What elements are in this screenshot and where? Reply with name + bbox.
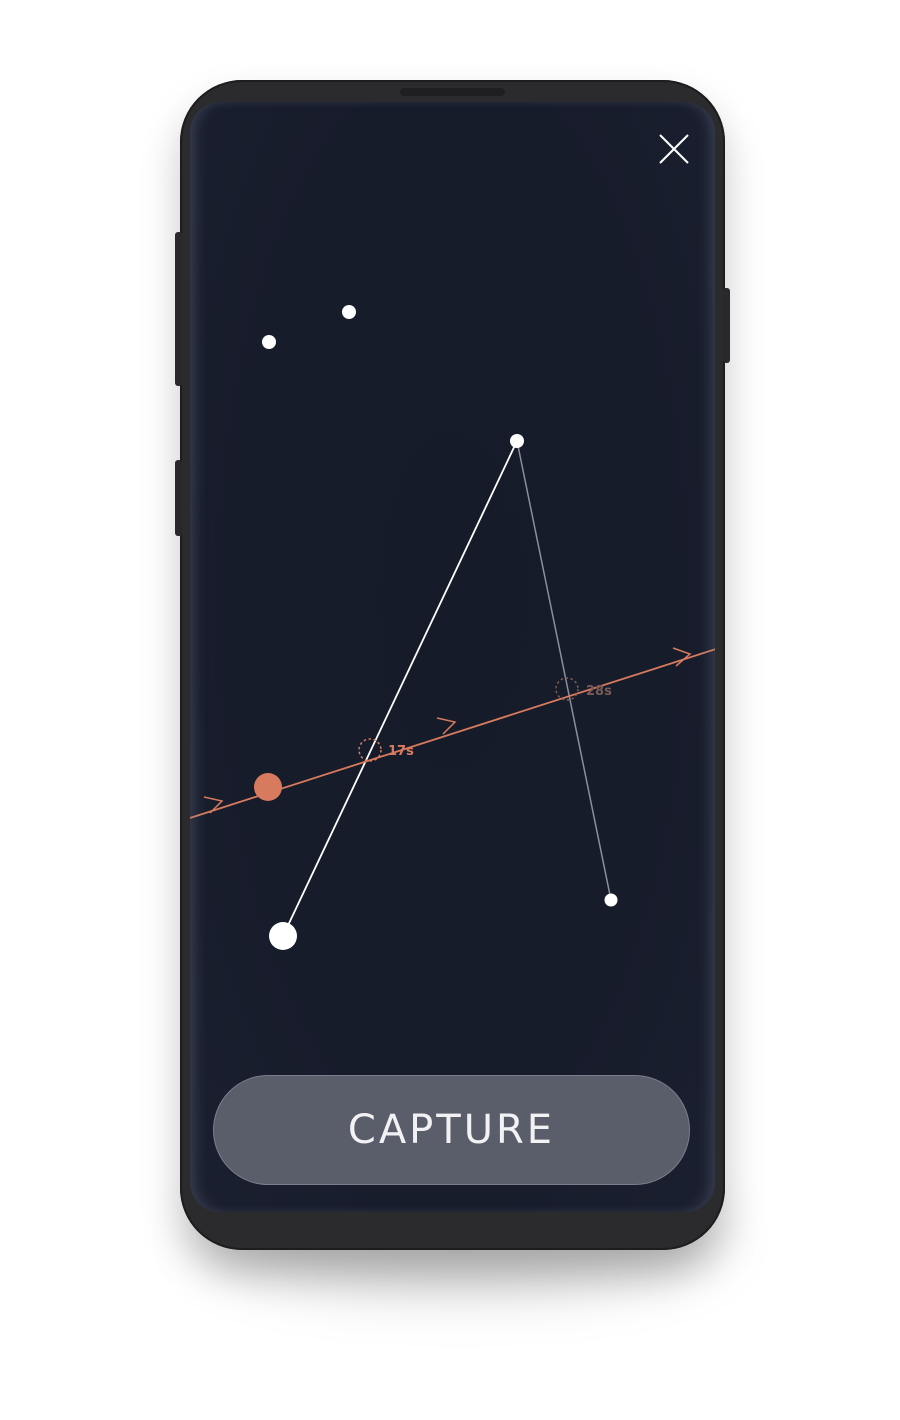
capture-button[interactable]: CAPTURE xyxy=(213,1075,690,1185)
star-map: 17s 28s xyxy=(190,305,715,950)
timer-label-17s: 17s xyxy=(388,744,414,759)
orbit-arrow-icon xyxy=(203,796,224,814)
close-icon xyxy=(659,134,689,164)
star[interactable] xyxy=(604,893,618,907)
faint-constellation-line xyxy=(516,440,612,901)
orbit-arrow-icon xyxy=(672,647,692,667)
timer-label-28s: 28s xyxy=(586,684,612,699)
star[interactable] xyxy=(262,335,276,349)
star[interactable] xyxy=(510,434,524,448)
star-bright[interactable] xyxy=(269,922,297,950)
close-button[interactable] xyxy=(656,131,692,167)
satellite-marker[interactable] xyxy=(254,773,282,801)
app-stage: 17s 28s CAPTURE xyxy=(0,0,900,1420)
bright-constellation-line xyxy=(282,440,518,937)
orbit-arrow-icon xyxy=(436,717,457,735)
star[interactable] xyxy=(342,305,356,319)
